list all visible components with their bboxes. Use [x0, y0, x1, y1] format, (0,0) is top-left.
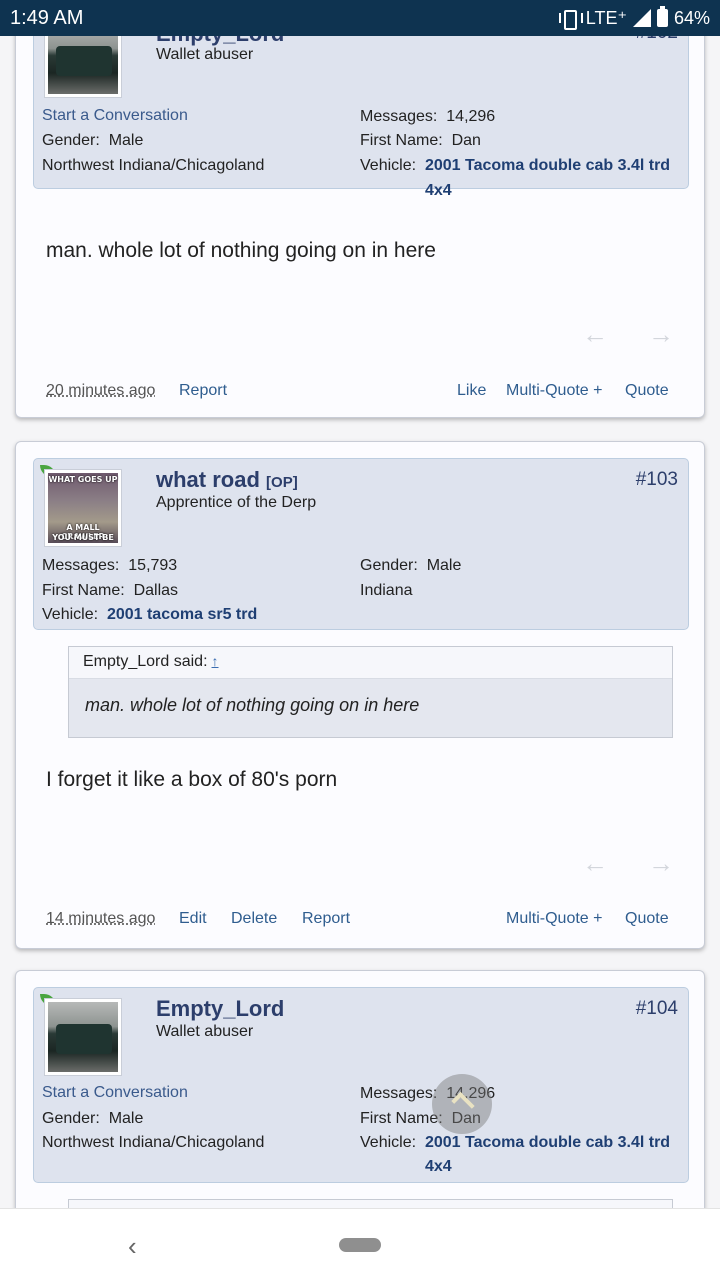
vehicle-link[interactable]: 2001 Tacoma double cab 3.4l trd	[425, 1134, 670, 1151]
post-number[interactable]: #102	[636, 36, 678, 44]
quote-author: Empty_Lord said:	[83, 653, 208, 670]
quote-block	[68, 1199, 673, 1208]
post-number[interactable]: #104	[636, 998, 678, 1020]
thread-content[interactable]: Empty_Lord Wallet abuser #102 Start a Co…	[0, 36, 720, 1208]
arrow-right-icon[interactable]: →	[648, 319, 674, 350]
chevron-left-icon[interactable]: ‹	[128, 1231, 137, 1262]
system-nav-bar: ‹	[0, 1208, 720, 1280]
signal-icon	[632, 9, 651, 27]
start-conversation-link[interactable]: Start a Conversation	[42, 107, 188, 125]
battery-level: 64%	[673, 7, 710, 28]
username[interactable]: Empty_Lord	[156, 996, 284, 1022]
quote-link[interactable]: Quote	[625, 910, 669, 928]
post-time[interactable]: 14 minutes ago	[46, 910, 155, 928]
post-102: Empty_Lord Wallet abuser #102 Start a Co…	[15, 36, 705, 418]
quote-jump-link[interactable]: ↑	[212, 653, 219, 669]
gender-row: Gender: Male	[42, 1110, 144, 1127]
username[interactable]: what road [OP]	[156, 467, 298, 493]
post-message: man. whole lot of nothing going on in he…	[46, 239, 436, 262]
status-time: 1:49 AM	[10, 6, 84, 29]
quote-block: Empty_Lord said: ↑ man. whole lot of noth…	[68, 646, 673, 738]
avatar-caption-top: WHAT GOES UP	[48, 475, 118, 484]
op-badge: [OP]	[266, 474, 298, 491]
post-message: I forget it like a box of 80's porn	[46, 768, 338, 791]
vehicle-row: Vehicle: 2001 Tacoma double cab 3.4l trd	[360, 1134, 671, 1151]
like-link[interactable]: Like	[457, 382, 486, 400]
avatar-image	[48, 36, 118, 94]
user-title: Apprentice of the Derp	[156, 494, 317, 511]
location: Northwest Indiana/Chicagoland	[42, 157, 265, 174]
quote-header: Empty_Lord said: ↑	[69, 647, 672, 679]
user-title: Wallet abuser	[156, 46, 254, 63]
avatar[interactable]	[44, 998, 122, 1076]
post-nav-arrows: ← →	[582, 848, 674, 879]
post-number[interactable]: #103	[636, 469, 678, 491]
location: Indiana	[360, 582, 413, 599]
gender-row: Gender: Male	[360, 557, 462, 574]
start-conversation-link[interactable]: Start a Conversation	[42, 1084, 188, 1102]
status-bar: 1:49 AM LTE⁺ 64%	[0, 0, 720, 36]
user-info-block: WHAT GOES UP A MALL CRAWLER YOU MUST BE …	[33, 458, 689, 630]
first-name-row: First Name: Dallas	[42, 582, 179, 599]
arrow-left-icon[interactable]: ←	[582, 848, 608, 879]
avatar[interactable]: WHAT GOES UP A MALL CRAWLER YOU MUST BE	[44, 469, 122, 547]
location: Northwest Indiana/Chicagoland	[42, 1134, 265, 1151]
vehicle-row-cont: 4x4	[425, 1158, 452, 1175]
avatar-caption-bottom2: YOU MUST BE	[52, 533, 114, 542]
report-link[interactable]: Report	[179, 382, 227, 400]
user-title: Wallet abuser	[156, 1023, 254, 1040]
vehicle-row-cont: 4x4	[425, 182, 452, 199]
post-103: WHAT GOES UP A MALL CRAWLER YOU MUST BE …	[15, 441, 705, 949]
post-time[interactable]: 20 minutes ago	[46, 382, 155, 400]
quote-link[interactable]: Quote	[625, 382, 669, 400]
post-nav-arrows: ← →	[582, 319, 674, 350]
vehicle-link[interactable]: 2001 tacoma sr5 trd	[107, 606, 257, 623]
status-icons: LTE⁺ 64%	[558, 6, 710, 30]
home-pill[interactable]	[339, 1238, 381, 1252]
post-104: Empty_Lord Wallet abuser #104 Start a Co…	[15, 970, 705, 1208]
quote-text: man. whole lot of nothing going on in he…	[69, 679, 672, 737]
multiquote-link[interactable]: Multi-Quote +	[506, 382, 602, 400]
report-link[interactable]: Report	[302, 910, 350, 928]
arrow-left-icon[interactable]: ←	[582, 319, 608, 350]
network-label: LTE⁺	[585, 7, 627, 28]
avatar-image	[48, 1002, 118, 1072]
edit-link[interactable]: Edit	[179, 910, 207, 928]
vehicle-row: Vehicle: 2001 tacoma sr5 trd	[42, 606, 258, 623]
messages-row: Messages: 14,296	[360, 108, 496, 125]
avatar[interactable]	[44, 36, 122, 98]
battery-icon	[656, 6, 668, 27]
avatar-image: WHAT GOES UP A MALL CRAWLER YOU MUST BE	[48, 473, 118, 543]
first-name-row: First Name: Dan	[360, 132, 481, 149]
multiquote-link[interactable]: Multi-Quote +	[506, 910, 602, 928]
user-info-block: Empty_Lord Wallet abuser #104 Start a Co…	[33, 987, 689, 1183]
arrow-right-icon[interactable]: →	[648, 848, 674, 879]
vehicle-row: Vehicle: 2001 Tacoma double cab 3.4l trd	[360, 157, 671, 174]
messages-row: Messages: 15,793	[42, 557, 178, 574]
scroll-to-top-icon[interactable]	[432, 1074, 492, 1134]
user-info-block: Empty_Lord Wallet abuser #102 Start a Co…	[33, 36, 689, 199]
delete-link[interactable]: Delete	[231, 910, 277, 928]
vehicle-link[interactable]: 2001 Tacoma double cab 3.4l trd	[425, 157, 670, 174]
vibrate-icon	[558, 9, 583, 30]
gender-row: Gender: Male	[42, 132, 144, 149]
